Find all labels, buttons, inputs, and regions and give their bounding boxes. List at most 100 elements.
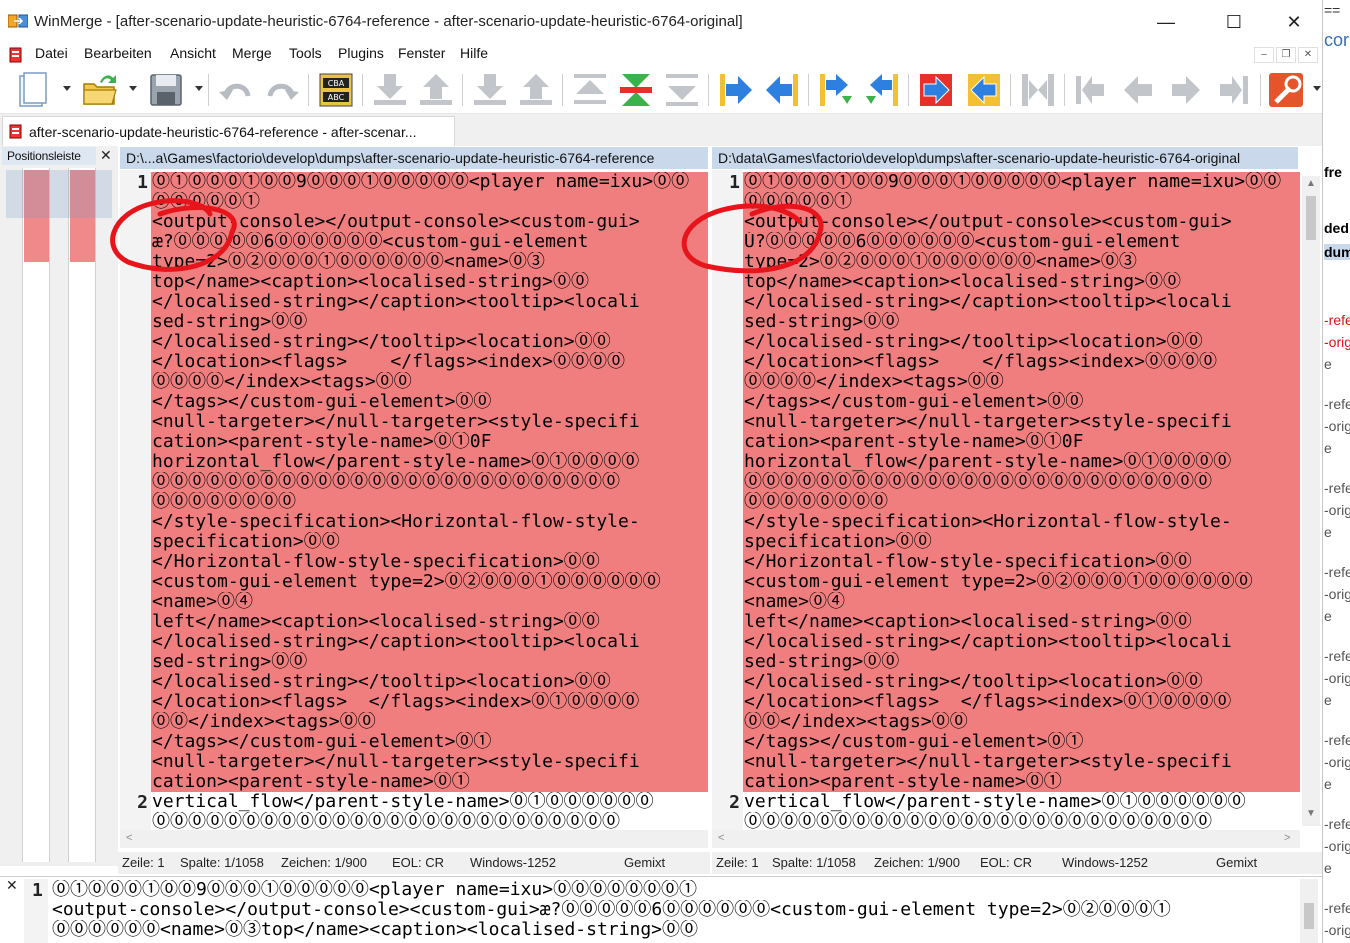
copy-all-left-icon[interactable] bbox=[964, 70, 1004, 110]
scroll-up-arrow-icon[interactable]: ▲ bbox=[1306, 178, 1316, 189]
first-line-icon[interactable] bbox=[1070, 70, 1110, 110]
right-horizontal-scrollbar[interactable]: < > bbox=[712, 830, 1300, 848]
open-folder-icon[interactable] bbox=[80, 70, 120, 110]
location-pane-close-button[interactable]: ✕ bbox=[100, 147, 112, 164]
left-horizontal-scrollbar[interactable]: < bbox=[120, 830, 708, 848]
new-dropdown-icon[interactable] bbox=[63, 86, 71, 91]
bg-fragment: e bbox=[1324, 860, 1332, 876]
menu-hilfe[interactable]: Hilfe bbox=[460, 45, 488, 61]
menu-datei[interactable]: Datei bbox=[35, 45, 68, 61]
close-button[interactable]: ✕ bbox=[1272, 6, 1316, 38]
right-code-line: ⓪⓪</index><tags>⓪⓪ bbox=[744, 712, 968, 732]
right-code-line: <null-targeter></null-targeter><style-sp… bbox=[744, 412, 1232, 432]
right-code-line: </tags></custom-gui-element>⓪⓪ bbox=[744, 392, 1084, 412]
options-dropdown-icon[interactable] bbox=[1313, 86, 1321, 91]
minimize-button[interactable]: — bbox=[1144, 6, 1188, 38]
vertical-scroll-thumb[interactable] bbox=[1306, 196, 1316, 240]
compare-text-icon[interactable]: CBA ABC bbox=[316, 70, 356, 110]
right-line-gutter bbox=[712, 170, 743, 830]
last-diff-icon[interactable] bbox=[470, 70, 510, 110]
undo-icon[interactable] bbox=[216, 70, 256, 110]
right-code-line: </location><flags> </flags><index>⓪①⓪⓪⓪⓪ bbox=[744, 692, 1232, 712]
right-code-line: cation><parent-style-name>⓪① bbox=[744, 772, 1062, 792]
first-diff-icon[interactable] bbox=[516, 70, 556, 110]
title-bar[interactable]: WinMerge - [after-scenario-update-heuris… bbox=[0, 0, 1322, 44]
toolbar-separator bbox=[362, 74, 363, 106]
prev-diff-icon[interactable] bbox=[416, 70, 456, 110]
menu-bar: Datei Bearbeiten Ansicht Merge Tools Plu… bbox=[0, 44, 1322, 66]
bg-fragment: -refe bbox=[1324, 732, 1350, 748]
left-code-text[interactable]: ⓪①⓪⓪⓪①⓪⓪9⓪⓪⓪①⓪⓪⓪⓪⓪<player name=ixu>⓪⓪ ⓪⓪⓪… bbox=[152, 172, 708, 830]
copy-left-icon[interactable] bbox=[762, 70, 802, 110]
right-code-text[interactable]: ⓪①⓪⓪⓪①⓪⓪9⓪⓪⓪①⓪⓪⓪⓪⓪<player name=ixu>⓪⓪ ⓪⓪⓪… bbox=[744, 172, 1300, 830]
next-diff-icon[interactable] bbox=[370, 70, 410, 110]
last-line-icon[interactable] bbox=[1214, 70, 1254, 110]
left-code-line: </style-specification><Horizontal-flow-s… bbox=[152, 512, 640, 532]
location-pane[interactable]: Positionsleiste ✕ bbox=[0, 146, 118, 866]
diff-pane-code-text[interactable]: ⓪①⓪⓪⓪①⓪⓪9⓪⓪⓪①⓪⓪⓪⓪⓪<player name=ixu>⓪⓪⓪⓪⓪… bbox=[52, 880, 1297, 940]
copy-left-advance-icon[interactable] bbox=[862, 70, 902, 110]
scroll-down-arrow-icon[interactable]: ▼ bbox=[1306, 808, 1316, 819]
copy-right-advance-icon[interactable] bbox=[816, 70, 856, 110]
right-status-encoding: Windows-1252 bbox=[1062, 855, 1148, 870]
right-code-line: <custom-gui-element type=2>⓪②⓪⓪⓪①⓪⓪⓪⓪⓪⓪ bbox=[744, 572, 1253, 592]
options-icon[interactable] bbox=[1266, 70, 1306, 110]
location-bar-right[interactable] bbox=[68, 168, 96, 862]
save-dropdown-icon[interactable] bbox=[195, 86, 203, 91]
left-code-line: </localised-string></tooltip><location>⓪… bbox=[152, 672, 611, 692]
mdi-close-button[interactable]: ✕ bbox=[1298, 47, 1318, 63]
menu-tools[interactable]: Tools bbox=[289, 45, 322, 61]
location-bar-left[interactable] bbox=[22, 168, 50, 862]
merge-icon[interactable] bbox=[1018, 70, 1058, 110]
left-code-line: ⓪⓪⓪⓪⓪⓪⓪⓪ bbox=[152, 492, 296, 512]
menu-bearbeiten[interactable]: Bearbeiten bbox=[84, 45, 152, 61]
location-viewport-marker[interactable] bbox=[6, 170, 112, 218]
diff-pane-scroll-thumb[interactable] bbox=[1304, 903, 1314, 929]
next-line-icon[interactable] bbox=[1166, 70, 1206, 110]
copy-all-right-icon[interactable] bbox=[916, 70, 956, 110]
new-document-icon[interactable] bbox=[12, 70, 52, 110]
scroll-left-arrow-icon[interactable]: < bbox=[718, 832, 724, 844]
left-line-number-1: 1 bbox=[137, 172, 148, 193]
scroll-right-arrow-icon[interactable]: > bbox=[1284, 832, 1290, 844]
left-line-gutter bbox=[120, 170, 151, 830]
menu-fenster[interactable]: Fenster bbox=[398, 45, 445, 61]
copy-right-icon[interactable] bbox=[716, 70, 756, 110]
left-pane-path: D:\...a\Games\factorio\develop\dumps\aft… bbox=[120, 147, 708, 169]
current-diff-icon[interactable] bbox=[616, 70, 656, 110]
prev-line-icon[interactable] bbox=[1118, 70, 1158, 110]
document-menu-icon[interactable] bbox=[8, 47, 24, 63]
mdi-restore-button[interactable]: ❐ bbox=[1276, 47, 1296, 63]
toolbar: CBA ABC bbox=[0, 66, 1322, 114]
menu-ansicht[interactable]: Ansicht bbox=[170, 45, 216, 61]
bg-fragment: e bbox=[1324, 440, 1332, 456]
right-code-line: type=2>⓪②⓪⓪⓪①⓪⓪⓪⓪⓪⓪<name>⓪③ bbox=[744, 252, 1137, 272]
background-window-strip[interactable]: == cor fre ded dum -refe -orig e -refe -… bbox=[1322, 0, 1350, 943]
redo-icon[interactable] bbox=[262, 70, 302, 110]
diff-pane-scrollbar[interactable] bbox=[1300, 879, 1318, 943]
save-icon[interactable] bbox=[146, 70, 186, 110]
vertical-scrollbar[interactable]: ▲ ▼ bbox=[1302, 176, 1320, 826]
menu-plugins[interactable]: Plugins bbox=[338, 45, 384, 61]
bg-fragment: -refe bbox=[1324, 564, 1350, 580]
prev-conflict-icon[interactable] bbox=[570, 70, 610, 110]
next-conflict-icon[interactable] bbox=[662, 70, 702, 110]
diff-detail-pane[interactable]: ✕ 1 ⓪①⓪⓪⓪①⓪⓪9⓪⓪⓪①⓪⓪⓪⓪⓪<player name=ixu>⓪… bbox=[0, 876, 1322, 943]
right-code-line: ⓪⓪⓪⓪⓪⓪⓪⓪⓪⓪⓪⓪⓪⓪⓪⓪⓪⓪⓪⓪⓪⓪⓪⓪⓪⓪ bbox=[744, 472, 1212, 492]
document-tab[interactable]: after-scenario-update-heuristic-6764-ref… bbox=[2, 116, 455, 146]
right-line-number-1: 1 bbox=[729, 172, 740, 193]
maximize-button[interactable]: ☐ bbox=[1212, 6, 1256, 38]
left-code-line: </location><flags> </flags><index>⓪①⓪⓪⓪⓪ bbox=[152, 692, 640, 712]
mdi-minimize-button[interactable]: – bbox=[1254, 47, 1274, 63]
menu-merge[interactable]: Merge bbox=[232, 45, 272, 61]
diff-pane-close-button[interactable]: ✕ bbox=[6, 877, 18, 894]
scroll-left-arrow-icon[interactable]: < bbox=[126, 832, 132, 844]
right-code-line: <null-targeter></null-targeter><style-sp… bbox=[744, 752, 1232, 772]
right-code-line: </localised-string></tooltip><location>⓪… bbox=[744, 332, 1203, 352]
bg-fragment: -orig bbox=[1324, 502, 1350, 518]
svg-text:CBA: CBA bbox=[328, 79, 345, 88]
right-code-line: </localised-string></caption><tooltip><l… bbox=[744, 292, 1232, 312]
open-dropdown-icon[interactable] bbox=[129, 86, 137, 91]
right-pane[interactable]: 1 2 ⓪①⓪⓪⓪①⓪⓪9⓪⓪⓪①⓪⓪⓪⓪⓪<player name=ixu>⓪… bbox=[712, 170, 1300, 830]
left-pane[interactable]: 1 2 ⓪①⓪⓪⓪①⓪⓪9⓪⓪⓪①⓪⓪⓪⓪⓪<player name=ixu>⓪… bbox=[120, 170, 708, 830]
